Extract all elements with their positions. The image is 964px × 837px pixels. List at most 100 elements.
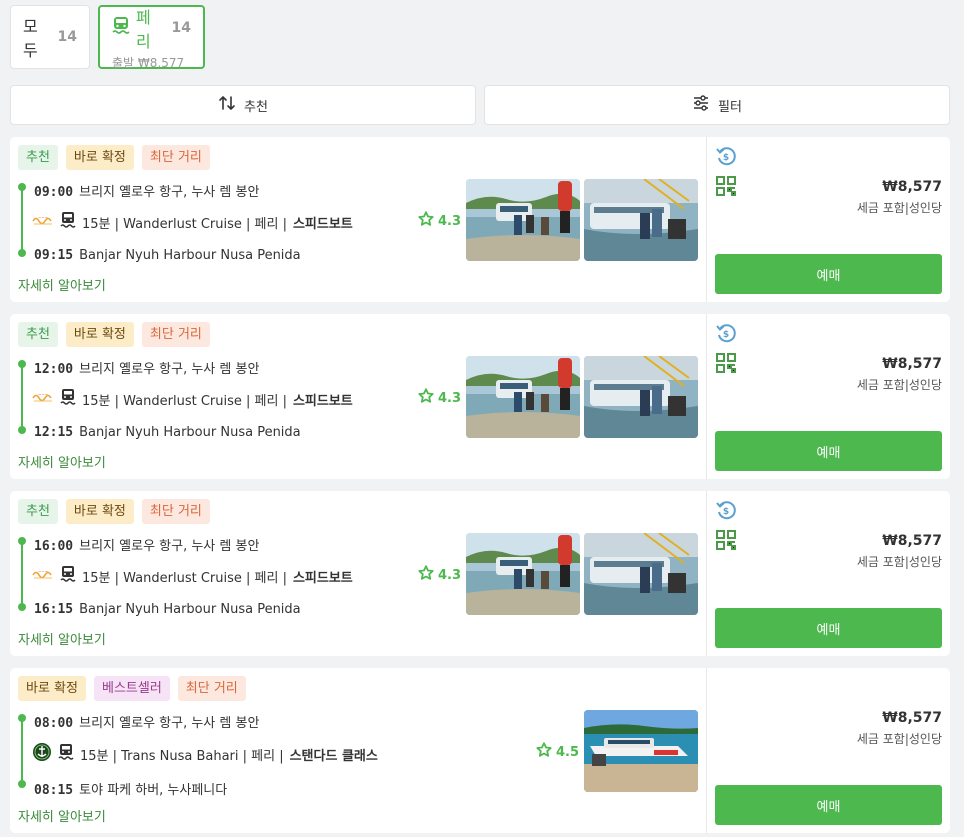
photo-strip — [466, 356, 698, 438]
tab-all-count: 14 — [57, 29, 77, 45]
qr-code-icon — [715, 529, 737, 555]
route-timeline — [18, 181, 26, 257]
rating-value: 4.5 — [556, 744, 580, 760]
badge-group: 추천 바로 확정 최단 거리 — [18, 499, 210, 524]
card-price-panel: ₩8,577 세금 포함|성인당 예매 — [707, 668, 950, 833]
arrival: 08:15 토야 파케 하버, 누사페니다 — [34, 779, 227, 798]
more-info-link[interactable]: 자세히 알아보기 — [18, 806, 106, 825]
card-price-panel: $ ₩8,577 세금 포함|성인당 예매 — [707, 314, 950, 479]
rating: 4.5 — [536, 742, 579, 762]
route-timeline — [18, 535, 26, 611]
photo-strip — [466, 533, 698, 615]
boat-icon — [60, 388, 76, 410]
trip-info-text: 15분 | Wanderlust Cruise | 페리 | — [82, 393, 287, 409]
departure: 12:00 브리지 옐로우 항구, 누사 렘 봉안 — [34, 358, 259, 377]
departure-time: 12:00 — [34, 362, 74, 377]
rating-value: 4.3 — [438, 390, 462, 406]
filter-button[interactable]: 필터 — [484, 85, 950, 125]
departure-place: 브리지 옐로우 항구, 누사 렘 봉안 — [79, 716, 260, 731]
card-details: 추천 바로 확정 최단 거리 12:00 브리지 옐로우 항구, 누사 렘 봉안 ~~… — [10, 314, 706, 479]
arrival-place: Banjar Nyuh Harbour Nusa Penida — [79, 425, 301, 440]
book-button[interactable]: 예매 — [715, 608, 942, 648]
ferry-result-card[interactable]: 바로 확정 베스트셀러 최단 거리 08:00 브리지 옐로우 항구, 누사 렘 봉안… — [10, 668, 950, 833]
more-info-link[interactable]: 자세히 알아보기 — [18, 629, 106, 648]
tab-all[interactable]: 모두 14 — [10, 5, 90, 69]
ferry-result-card[interactable]: 추천 바로 확정 최단 거리 12:00 브리지 옐로우 항구, 누사 렘 봉안 ~~… — [10, 314, 950, 479]
timeline-line — [21, 541, 23, 607]
more-info-link[interactable]: 자세히 알아보기 — [18, 275, 106, 294]
card-details: 추천 바로 확정 최단 거리 16:00 브리지 옐로우 항구, 누사 렘 봉안 ~~… — [10, 491, 706, 656]
photo-strip — [466, 179, 698, 261]
route-timeline — [18, 358, 26, 434]
ferry-result-card[interactable]: 추천 바로 확정 최단 거리 09:00 브리지 옐로우 항구, 누사 렘 봉안 ~~… — [10, 137, 950, 302]
arrival-place: Banjar Nyuh Harbour Nusa Penida — [79, 602, 301, 617]
qr-code-icon — [715, 175, 737, 201]
ferry-photo[interactable] — [466, 179, 580, 261]
ferry-result-card[interactable]: 추천 바로 확정 최단 거리 16:00 브리지 옐로우 항구, 누사 렘 봉안 ~~… — [10, 491, 950, 656]
departure-dot — [18, 714, 26, 722]
star-icon — [418, 211, 434, 231]
price-note: 세금 포함|성인당 — [856, 201, 942, 215]
arrival: 16:15 Banjar Nyuh Harbour Nusa Penida — [34, 602, 301, 617]
departure-place: 브리지 옐로우 항구, 누사 렘 봉안 — [79, 539, 260, 554]
arrival-place: 토야 파케 하버, 누사페니다 — [79, 783, 228, 798]
tab-ferry[interactable]: 페리 14 출발 ₩8,577 — [98, 5, 205, 70]
price-note: 세금 포함|성인당 — [856, 732, 942, 746]
svg-text:$: $ — [723, 507, 729, 517]
arrival-dot — [18, 249, 26, 257]
feature-icons: $ — [715, 145, 737, 201]
rating-value: 4.3 — [438, 213, 462, 229]
rating: 4.3 — [418, 565, 461, 585]
departure: 08:00 브리지 옐로우 항구, 누사 렘 봉안 — [34, 712, 259, 731]
route-timeline — [18, 712, 26, 788]
star-icon — [418, 388, 434, 408]
trip-info-text: 15분 | Wanderlust Cruise | 페리 | — [82, 216, 287, 232]
departure-place: 브리지 옐로우 항구, 누사 렘 봉안 — [79, 185, 260, 200]
ferry-photo[interactable] — [584, 356, 698, 438]
operator-logo-icon — [32, 742, 52, 766]
ferry-photo[interactable] — [466, 533, 580, 615]
arrival-time: 12:15 — [34, 425, 74, 440]
trip-info: ~~~ 15분 | Wanderlust Cruise | 페리 | 스피드보트 — [32, 388, 353, 410]
trip-info-text: 15분 | Wanderlust Cruise | 페리 | — [82, 570, 287, 586]
badge-group: 바로 확정 베스트셀러 최단 거리 — [18, 676, 246, 701]
departure-place: 브리지 옐로우 항구, 누사 렘 봉안 — [79, 362, 260, 377]
departure-time: 16:00 — [34, 539, 74, 554]
arrival: 09:15 Banjar Nyuh Harbour Nusa Penida — [34, 248, 301, 263]
ferry-photo[interactable] — [466, 356, 580, 438]
badge: 바로 확정 — [65, 499, 134, 524]
price: ₩8,577 — [882, 179, 942, 195]
book-button[interactable]: 예매 — [715, 431, 942, 471]
arrival-dot — [18, 780, 26, 788]
badge: 추천 — [18, 145, 58, 170]
price: ₩8,577 — [882, 356, 942, 372]
trip-info: 15분 | Trans Nusa Bahari | 페리 | 스탠다드 클래스 — [32, 742, 378, 766]
more-info-link[interactable]: 자세히 알아보기 — [18, 452, 106, 471]
trip-info: ~~~ 15분 | Wanderlust Cruise | 페리 | 스피드보트 — [32, 565, 353, 587]
badge: 최단 거리 — [141, 499, 210, 524]
badge: 바로 확정 — [65, 145, 134, 170]
transport-tabs: 모두 14 페리 14 출발 ₩8,577 — [10, 5, 205, 70]
sort-label: 추천 — [244, 99, 268, 115]
ferry-photo[interactable] — [584, 179, 698, 261]
badge: 추천 — [18, 322, 58, 347]
departure-dot — [18, 537, 26, 545]
departure-time: 09:00 — [34, 185, 74, 200]
book-button[interactable]: 예매 — [715, 785, 942, 825]
rating: 4.3 — [418, 388, 461, 408]
arrival: 12:15 Banjar Nyuh Harbour Nusa Penida — [34, 425, 301, 440]
sort-button[interactable]: 추천 — [10, 85, 476, 125]
ferry-photo[interactable] — [584, 710, 698, 792]
boat-class: 스탠다드 클래스 — [289, 748, 378, 764]
price: ₩8,577 — [882, 533, 942, 549]
boat-class: 스피드보트 — [292, 570, 353, 586]
price: ₩8,577 — [882, 710, 942, 726]
feature-icons: $ — [715, 322, 737, 378]
svg-text:~~~: ~~~ — [38, 392, 48, 397]
badge-group: 추천 바로 확정 최단 거리 — [18, 322, 210, 347]
book-button[interactable]: 예매 — [715, 254, 942, 294]
trip-info-text: 15분 | Trans Nusa Bahari | 페리 | — [80, 748, 284, 764]
ferry-photo[interactable] — [584, 533, 698, 615]
filter-icon — [692, 94, 710, 116]
departure-dot — [18, 183, 26, 191]
